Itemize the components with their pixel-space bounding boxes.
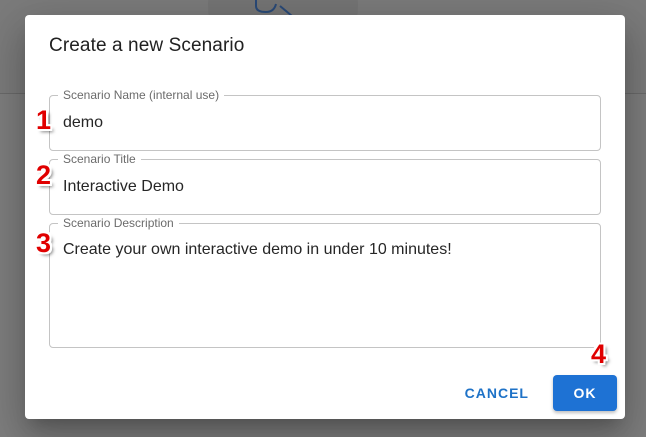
scenario-title-field[interactable]: Scenario Title Interactive Demo: [49, 153, 601, 215]
scenario-description-label: Scenario Description: [58, 217, 179, 230]
annotation-marker-4: 4: [591, 339, 607, 369]
annotation-marker-3: 3: [36, 228, 52, 258]
scenario-name-input[interactable]: demo: [63, 114, 103, 132]
create-scenario-dialog: Create a new Scenario Scenario Name (int…: [25, 15, 625, 419]
annotation-marker-1: 1: [36, 105, 52, 135]
scenario-name-field[interactable]: Scenario Name (internal use) demo: [49, 89, 601, 151]
search-icon: [255, 0, 293, 16]
scenario-name-label: Scenario Name (internal use): [58, 89, 225, 102]
scenario-title-input[interactable]: Interactive Demo: [63, 178, 184, 196]
annotation-marker-2: 2: [36, 160, 52, 190]
dialog-title: Create a new Scenario: [49, 35, 245, 56]
ok-button[interactable]: OK: [553, 375, 617, 411]
scenario-description-textarea[interactable]: Create your own interactive demo in unde…: [63, 241, 583, 259]
cancel-button[interactable]: CANCEL: [457, 375, 537, 411]
scenario-description-field[interactable]: Scenario Description Create your own int…: [49, 217, 601, 348]
scenario-title-label: Scenario Title: [58, 153, 141, 166]
